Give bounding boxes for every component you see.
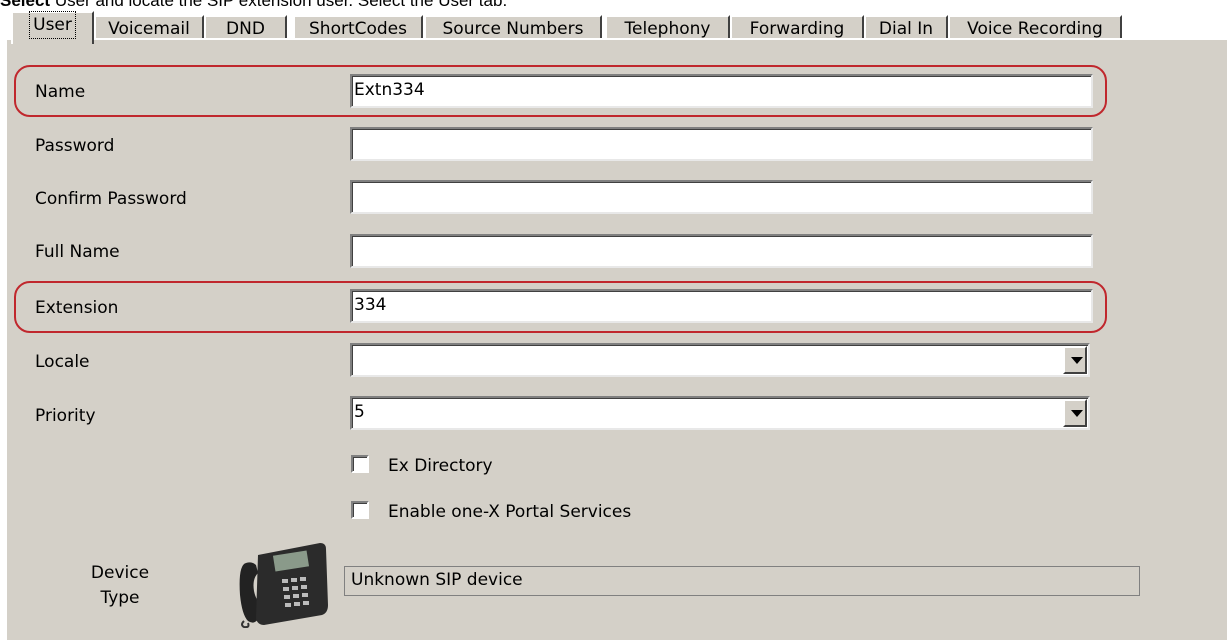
confirm-password-field[interactable] — [350, 180, 1093, 214]
password-field[interactable] — [350, 127, 1093, 161]
one-x-portal-label: Enable one-X Portal Services — [388, 502, 632, 522]
tab-user[interactable]: User — [11, 11, 94, 44]
chevron-down-icon[interactable] — [1063, 346, 1087, 374]
ex-directory-checkbox[interactable] — [351, 455, 369, 473]
priority-value: 5 — [354, 402, 365, 422]
caption-text: User and locate the SIP extension user. … — [54, 0, 508, 10]
device-type-label-line1: Device — [90, 563, 150, 583]
one-x-portal-checkbox[interactable] — [351, 501, 369, 519]
name-field[interactable]: Extn334 — [350, 74, 1093, 108]
extension-label: Extension — [35, 298, 119, 318]
device-type-label-line2: Type — [100, 588, 140, 608]
chevron-down-icon[interactable] — [1063, 399, 1087, 427]
caption-prefix: Select — [0, 0, 51, 10]
ex-directory-label: Ex Directory — [388, 456, 493, 476]
password-label: Password — [35, 136, 115, 156]
priority-select[interactable]: 5 — [350, 396, 1090, 430]
device-type-field: Unknown SIP device — [344, 566, 1140, 596]
full-name-field[interactable] — [350, 234, 1093, 268]
locale-label: Locale — [35, 352, 90, 372]
extension-field[interactable]: 334 — [350, 289, 1093, 323]
instruction-caption: Select User and locate the SIP extension… — [0, 0, 508, 10]
full-name-label: Full Name — [35, 242, 120, 262]
confirm-password-label: Confirm Password — [35, 189, 187, 209]
priority-label: Priority — [35, 406, 96, 426]
name-label: Name — [35, 82, 86, 102]
desk-phone-icon — [239, 543, 328, 628]
locale-select[interactable] — [350, 343, 1090, 377]
